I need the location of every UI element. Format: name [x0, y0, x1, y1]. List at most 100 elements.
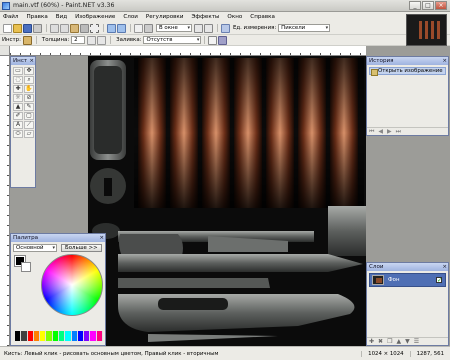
- open-file-icon[interactable]: [13, 23, 22, 33]
- zoom-in-icon[interactable]: [194, 23, 203, 33]
- layers-panel-header: Слои ×: [367, 263, 448, 271]
- layer-visibility-checkbox[interactable]: ✓: [436, 277, 442, 284]
- rectangle-select-icon[interactable]: ▭: [13, 67, 23, 75]
- color-mode-select[interactable]: Основной ▾: [13, 244, 57, 252]
- close-icon[interactable]: ×: [442, 263, 447, 271]
- fill-select[interactable]: Отсутств ▾: [143, 36, 202, 44]
- fill-label: Заливка:: [116, 37, 142, 43]
- ruler-corner: [0, 46, 10, 56]
- settings-icon[interactable]: [144, 23, 153, 33]
- layer-up-icon[interactable]: ▲: [396, 338, 401, 345]
- palette-controls: Основной ▾ Больше >>: [11, 242, 105, 254]
- tools-grid: ▭ ✥ ◌ ⌕ ✚ ✋ ☼ ⊘ ▲ ✎ ✐ ▢ A ⟋ ⬭ ▱: [11, 65, 35, 140]
- menu-window[interactable]: Окно: [227, 14, 242, 20]
- paste-icon[interactable]: [70, 23, 79, 33]
- cursor-position: 1287, 561: [409, 350, 450, 357]
- pan-icon[interactable]: ✋: [24, 85, 34, 93]
- grid-icon[interactable]: [134, 23, 143, 33]
- image-canvas[interactable]: [88, 56, 366, 346]
- copper-strips: [134, 58, 364, 208]
- brush-icon[interactable]: ✎: [24, 103, 34, 111]
- separator: [204, 36, 206, 44]
- texture-art: [88, 56, 366, 346]
- thumb-strip: [419, 21, 422, 39]
- zoom-icon[interactable]: ⌕: [24, 76, 34, 84]
- menu-edit[interactable]: Правка: [26, 14, 47, 20]
- tool-label: Инстр:: [2, 37, 21, 43]
- minimize-button[interactable]: _: [409, 1, 421, 10]
- image-thumbnail[interactable]: [406, 14, 447, 46]
- ellipse-icon[interactable]: ⬭: [13, 130, 23, 138]
- chevron-down-icon: ▾: [52, 245, 55, 251]
- zoom-select[interactable]: В окне ▾: [156, 24, 192, 32]
- layer-properties-icon[interactable]: ☰: [414, 338, 419, 345]
- undo-icon[interactable]: ◀: [378, 128, 383, 135]
- horizontal-ruler: [10, 46, 366, 56]
- shape-icon[interactable]: ▱: [24, 130, 34, 138]
- thumb-strip: [425, 21, 428, 39]
- secondary-color-swatch[interactable]: [21, 262, 31, 272]
- close-icon[interactable]: ×: [29, 57, 34, 65]
- color-wheel[interactable]: [41, 254, 103, 316]
- units-select[interactable]: Пиксели ▾: [278, 24, 331, 32]
- layer-down-icon[interactable]: ▼: [405, 338, 410, 345]
- layer-row[interactable]: Фон ✓: [369, 273, 446, 287]
- window-list-icon[interactable]: [221, 23, 230, 33]
- new-file-icon[interactable]: [3, 23, 12, 33]
- palette-swatches: [15, 331, 103, 341]
- magic-wand-icon[interactable]: ✚: [13, 85, 23, 93]
- layer-name: Фон: [388, 277, 400, 283]
- separator: [110, 36, 112, 44]
- text-icon[interactable]: A: [13, 121, 23, 129]
- undo-icon[interactable]: [107, 23, 116, 33]
- move-icon[interactable]: ✥: [24, 67, 34, 75]
- close-button[interactable]: ×: [435, 1, 447, 10]
- lasso-icon[interactable]: ◌: [13, 76, 23, 84]
- units-label: Ед. измерения:: [233, 25, 277, 31]
- eraser-icon[interactable]: ▢: [24, 112, 34, 120]
- rewind-icon[interactable]: ⏮: [369, 128, 374, 136]
- copy-icon[interactable]: [60, 23, 69, 33]
- menu-effects[interactable]: Эффекты: [191, 14, 219, 20]
- antialias-icon[interactable]: [208, 35, 218, 45]
- vertical-ruler: [0, 56, 10, 346]
- palette-swatch[interactable]: [96, 331, 103, 341]
- menu-layers[interactable]: Слои: [123, 14, 138, 20]
- menu-file[interactable]: Файл: [3, 14, 18, 20]
- bucket-icon[interactable]: ☼: [13, 94, 23, 102]
- redo-icon[interactable]: ▶: [387, 128, 392, 135]
- recolor-icon[interactable]: ▲: [13, 103, 23, 111]
- width-increase-icon[interactable]: [97, 35, 107, 45]
- print-icon[interactable]: [33, 23, 42, 33]
- menu-view[interactable]: Вид: [56, 14, 67, 20]
- crop-icon[interactable]: [80, 23, 89, 33]
- more-button[interactable]: Больше >>: [61, 244, 102, 252]
- deselect-icon[interactable]: [90, 23, 99, 33]
- zoom-out-icon[interactable]: [204, 23, 213, 33]
- cut-icon[interactable]: [50, 23, 59, 33]
- app-icon: [2, 1, 10, 10]
- pencil-icon[interactable]: ✐: [13, 112, 23, 120]
- menu-help[interactable]: Справка: [250, 14, 275, 20]
- menu-adjustments[interactable]: Регулировки: [146, 14, 184, 20]
- delete-layer-icon[interactable]: ✖: [378, 338, 383, 345]
- gradient-icon[interactable]: ⊘: [24, 94, 34, 102]
- save-file-icon[interactable]: [23, 23, 32, 33]
- blend-mode-icon[interactable]: [218, 35, 228, 45]
- maximize-button[interactable]: □: [422, 1, 434, 10]
- brush-tool-icon[interactable]: [22, 35, 32, 45]
- line-icon[interactable]: ⟋: [24, 121, 34, 129]
- redo-icon[interactable]: [117, 23, 126, 33]
- history-controls: ⏮ ◀ ▶ ⏭: [367, 127, 448, 135]
- tool-options-bar: Инстр: Толщина: 2 Заливка: Отсутств ▾: [0, 35, 450, 46]
- close-icon[interactable]: ×: [99, 234, 104, 242]
- fast-forward-icon[interactable]: ⏭: [396, 128, 401, 136]
- add-layer-icon[interactable]: ✚: [369, 338, 374, 345]
- duplicate-layer-icon[interactable]: ❐: [387, 338, 392, 345]
- close-icon[interactable]: ×: [442, 57, 447, 65]
- width-label: Толщина:: [41, 37, 70, 43]
- history-item[interactable]: Открыть изображение: [369, 67, 446, 76]
- menu-image[interactable]: Изображение: [75, 14, 115, 20]
- width-input[interactable]: 2: [71, 36, 86, 44]
- width-decrease-icon[interactable]: [87, 35, 97, 45]
